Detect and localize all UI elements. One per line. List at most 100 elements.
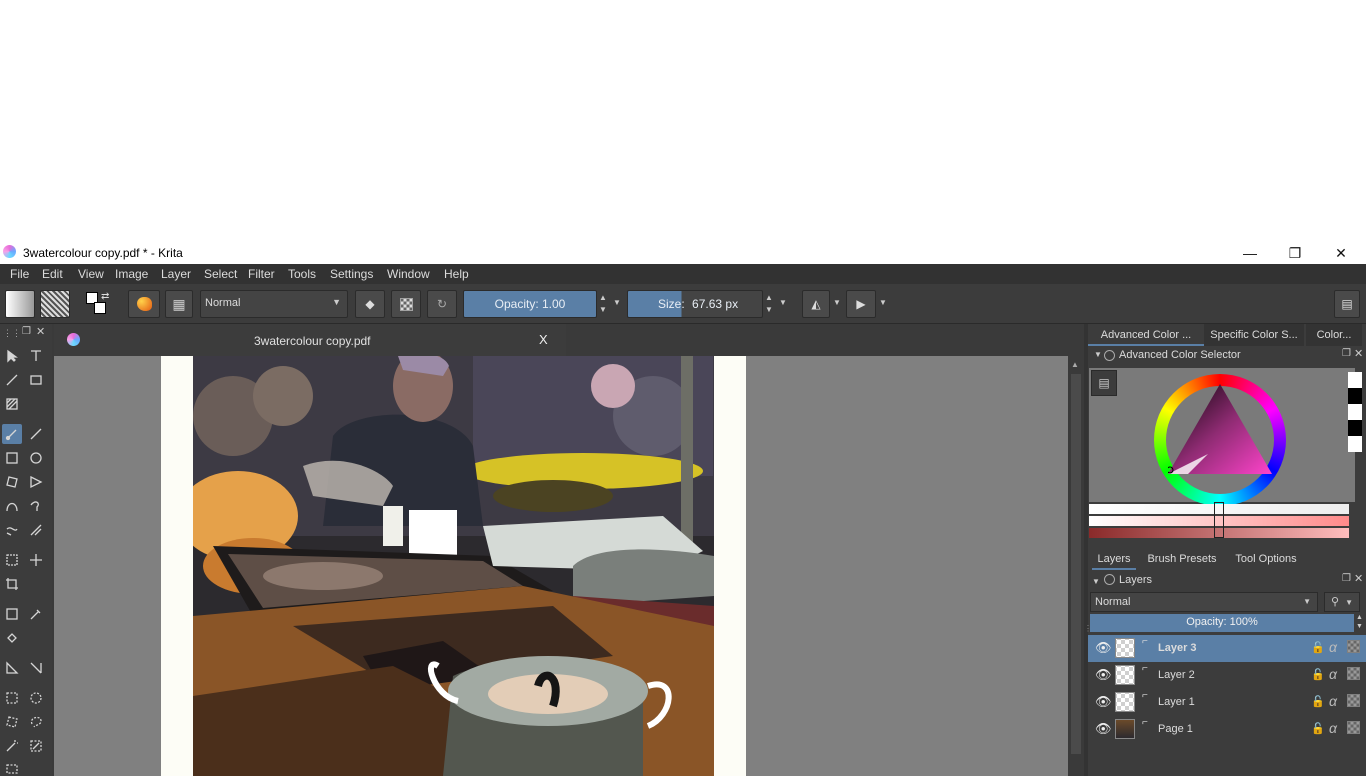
layer-lock-icon[interactable]: 🔓 — [1311, 668, 1325, 681]
color-selector-close-icon[interactable]: ✕ — [1354, 347, 1363, 360]
multibrush-tool[interactable] — [26, 520, 46, 540]
gradient-preset-button[interactable] — [5, 290, 35, 318]
alpha-lock-icon[interactable]: α — [1329, 693, 1337, 709]
polygonal-selection-tool[interactable] — [2, 712, 22, 732]
contiguous-selection-tool[interactable] — [2, 736, 22, 756]
transform-tool[interactable] — [2, 550, 22, 570]
tab-brush-presets[interactable]: Brush Presets — [1146, 548, 1218, 570]
pattern-preset-button[interactable] — [40, 290, 70, 318]
layers-close-icon[interactable]: ✕ — [1354, 572, 1363, 585]
menu-image[interactable]: Image — [115, 267, 148, 281]
slider-handle[interactable] — [1214, 502, 1224, 538]
layers-lock-icon[interactable] — [1104, 574, 1115, 585]
edit-shapes-tool[interactable] — [26, 370, 46, 390]
menu-select[interactable]: Select — [204, 267, 237, 281]
similar-color-selection-tool[interactable] — [26, 736, 46, 756]
layer-opacity-stepper[interactable]: ▲ ▼ — [1356, 613, 1363, 631]
collapse-color-selector-icon[interactable]: ▼ — [1094, 350, 1102, 359]
inherit-alpha-icon[interactable] — [1347, 721, 1360, 734]
size-stepper[interactable]: ▲ ▼ — [765, 292, 773, 316]
polyline-tool[interactable] — [26, 472, 46, 492]
rectangular-selection-tool[interactable] — [2, 688, 22, 708]
layer-lock-icon[interactable]: 🔓 — [1311, 722, 1325, 735]
minimize-button[interactable]: — — [1227, 242, 1273, 264]
toolbox-float-icon[interactable]: ❐ — [22, 326, 31, 337]
size-slider[interactable]: Size: 67.63 px — [627, 290, 763, 318]
elliptical-selection-tool[interactable] — [26, 688, 46, 708]
measure-tool[interactable] — [2, 658, 22, 678]
layer-name[interactable]: Page 1 — [1158, 723, 1193, 735]
inherit-alpha-icon[interactable] — [1347, 694, 1360, 707]
menu-help[interactable]: Help — [444, 267, 469, 281]
freehand-path-tool[interactable] — [26, 496, 46, 516]
line-tool[interactable] — [26, 424, 46, 444]
swap-colors-icon[interactable]: ⇄ — [101, 291, 109, 302]
document-tab[interactable]: 3watercolour copy.pdf X — [54, 324, 566, 356]
menu-view[interactable]: View — [78, 267, 104, 281]
bezier-tool[interactable] — [2, 496, 22, 516]
layer-row[interactable]: 👁 ⌐ Layer 2 🔓 α — [1088, 662, 1366, 689]
mirror-vertical-button[interactable]: ▶ — [846, 290, 876, 318]
layer-lock-icon[interactable]: 🔓 — [1311, 641, 1325, 654]
freehand-brush-tool[interactable] — [2, 424, 22, 444]
eye-visible-icon[interactable]: 👁 — [1095, 667, 1112, 683]
color-selector-settings-button[interactable]: ▤ — [1091, 370, 1117, 396]
rectangle-tool[interactable] — [2, 448, 22, 468]
blend-mode-select[interactable]: Normal ▼ — [200, 290, 348, 318]
select-shapes-tool[interactable] — [2, 346, 22, 366]
menu-edit[interactable]: Edit — [42, 267, 63, 281]
workspace-button[interactable]: ▤ — [1334, 290, 1360, 318]
brush-preset-button[interactable] — [128, 290, 160, 318]
toolbox-close-icon[interactable]: ✕ — [36, 325, 45, 338]
tab-color[interactable]: Color... — [1306, 324, 1362, 346]
menu-tools[interactable]: Tools — [288, 267, 316, 281]
layer-name[interactable]: Layer 3 — [1158, 642, 1197, 654]
tab-specific-color[interactable]: Specific Color S... — [1204, 324, 1304, 346]
canvas-area[interactable]: 3watercolour copy.pdf X ▲ — [54, 324, 1084, 776]
menu-settings[interactable]: Settings — [330, 267, 373, 281]
scroll-up-icon[interactable]: ▲ — [1071, 360, 1079, 369]
layer-filter-button[interactable]: ⚲ ▼ — [1324, 592, 1360, 612]
color-selector-float-icon[interactable]: ❐ — [1342, 348, 1351, 359]
color-picker-tool[interactable] — [26, 604, 46, 624]
layer-row[interactable]: 👁 ⌐ Layer 3 🔓 α — [1088, 635, 1366, 662]
alpha-lock-icon[interactable]: α — [1329, 666, 1337, 682]
layers-float-icon[interactable]: ❐ — [1342, 573, 1351, 584]
dynamic-brush-tool[interactable] — [2, 520, 22, 540]
color-history-swatches[interactable] — [1348, 372, 1362, 452]
collapse-layers-icon[interactable]: ▼ — [1092, 577, 1100, 586]
layer-name[interactable]: Layer 2 — [1158, 669, 1195, 681]
menu-file[interactable]: File — [10, 267, 29, 281]
background-color-icon[interactable] — [94, 302, 106, 314]
tab-layers[interactable]: Layers — [1092, 548, 1136, 570]
fg-bg-color-swatch[interactable]: ⇄ — [84, 290, 114, 318]
reload-preset-button[interactable]: ↻ — [427, 290, 457, 318]
restore-button[interactable]: ❐ — [1272, 242, 1318, 264]
menu-filter[interactable]: Filter — [248, 267, 275, 281]
docker-lock-icon[interactable] — [1104, 350, 1115, 361]
mirror-horizontal-button[interactable]: ◭ — [802, 290, 830, 318]
freehand-selection-tool[interactable] — [26, 712, 46, 732]
crop-tool[interactable] — [2, 574, 22, 594]
tab-tool-options[interactable]: Tool Options — [1230, 548, 1302, 570]
layer-name[interactable]: Layer 1 — [1158, 696, 1195, 708]
eye-visible-icon[interactable]: 👁 — [1095, 721, 1112, 737]
opacity-stepper[interactable]: ▲ ▼ — [599, 292, 607, 316]
ellipse-tool[interactable] — [26, 448, 46, 468]
scrollbar-thumb[interactable] — [1071, 374, 1081, 754]
path-selection-tool[interactable] — [2, 758, 22, 778]
saturation-value-triangle[interactable] — [1168, 384, 1272, 474]
vertical-scrollbar[interactable]: ▲ — [1068, 356, 1084, 776]
gradient-tool[interactable] — [2, 604, 22, 624]
layer-row[interactable]: 👁 ⌐ Layer 1 🔓 α — [1088, 689, 1366, 716]
text-tool[interactable] — [26, 346, 46, 366]
tab-advanced-color[interactable]: Advanced Color ... — [1088, 324, 1204, 346]
layer-lock-icon[interactable]: 🔓 — [1311, 695, 1325, 708]
document-tab-close-button[interactable]: X — [539, 332, 548, 347]
eye-visible-icon[interactable]: 👁 — [1095, 640, 1112, 656]
close-window-button[interactable]: ✕ — [1318, 242, 1364, 264]
layer-opacity-slider[interactable]: Opacity: 100% — [1090, 614, 1354, 632]
inherit-alpha-icon[interactable] — [1347, 667, 1360, 680]
preserve-alpha-button[interactable] — [391, 290, 421, 318]
move-tool[interactable] — [26, 550, 46, 570]
